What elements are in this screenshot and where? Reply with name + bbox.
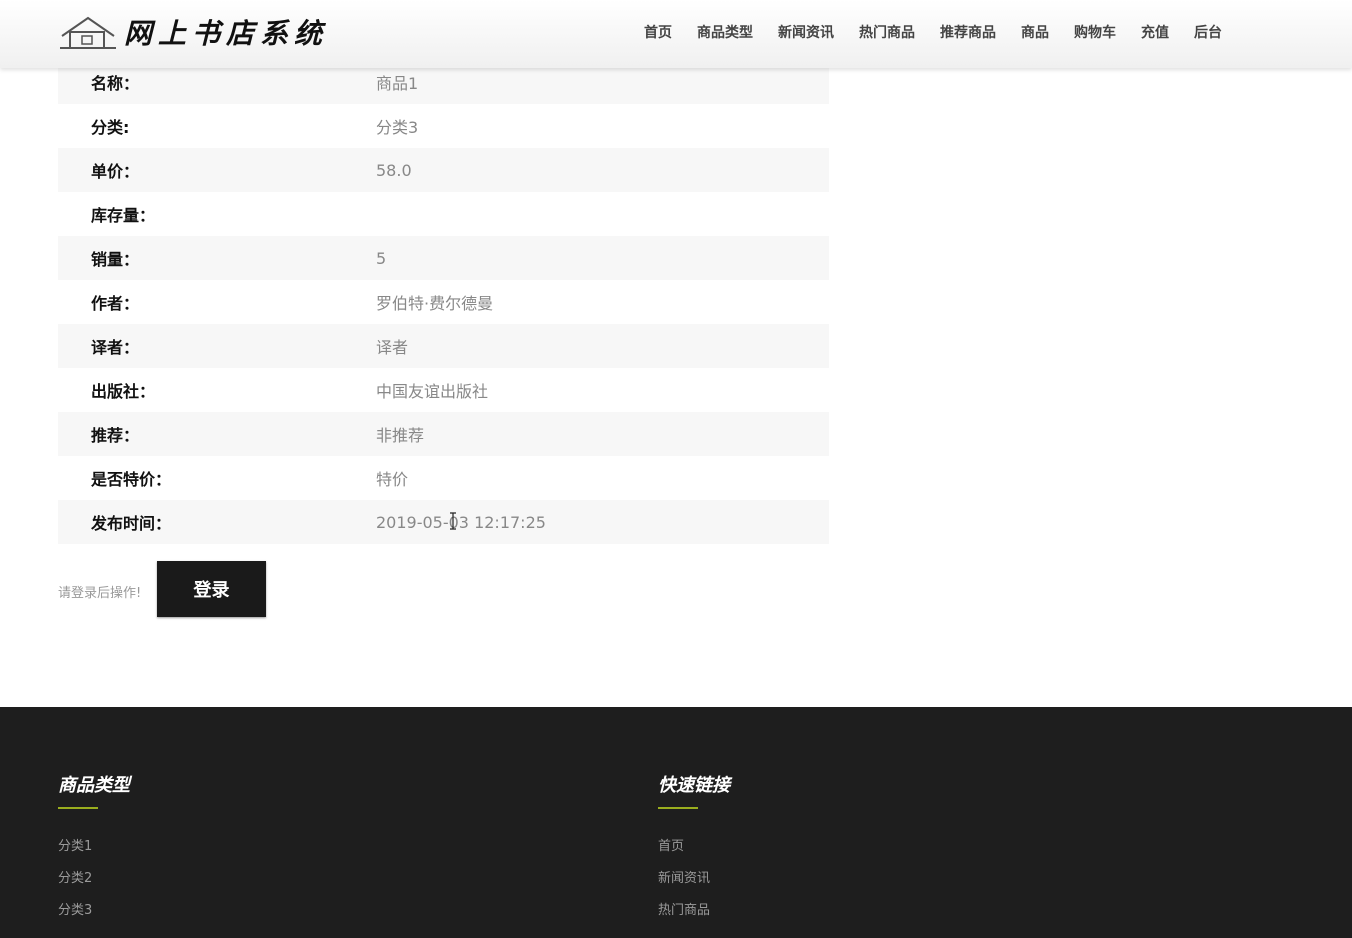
row-label: 销量： xyxy=(91,250,140,269)
row-label: 作者： xyxy=(91,294,140,313)
site-logo[interactable]: 网上书店系统 xyxy=(60,12,328,52)
row-value: 译者 xyxy=(376,338,409,357)
site-footer: 商品类型 分类1 分类2 分类3 快速链接 首页 新闻资讯 热门商品 xyxy=(0,707,1352,938)
detail-row-sales: 销量： 5 xyxy=(58,236,829,280)
footer-link-category-1[interactable]: 分类1 xyxy=(58,835,130,867)
nav-news[interactable]: 新闻资讯 xyxy=(778,22,834,42)
nav-admin[interactable]: 后台 xyxy=(1194,22,1222,42)
detail-row-publish-time: 发布时间： 2019-05-03 12:17:25 xyxy=(58,500,829,544)
footer-link-category-3[interactable]: 分类3 xyxy=(58,899,130,931)
row-label: 分类: xyxy=(91,118,130,137)
footer-link-home[interactable]: 首页 xyxy=(658,835,730,867)
footer-categories: 商品类型 分类1 分类2 分类3 xyxy=(58,771,130,931)
footer-link-hot[interactable]: 热门商品 xyxy=(658,899,730,931)
login-hint: 请登录后操作! xyxy=(58,586,142,601)
row-value: 罗伯特·费尔德曼 xyxy=(376,294,494,313)
nav-hot-products[interactable]: 热门商品 xyxy=(859,22,915,42)
nav-recommended[interactable]: 推荐商品 xyxy=(940,22,996,42)
nav-home[interactable]: 首页 xyxy=(644,22,672,42)
nav-cart[interactable]: 购物车 xyxy=(1074,22,1116,42)
detail-row-category: 分类: 分类3 xyxy=(58,104,829,148)
footer-title: 商品类型 xyxy=(58,775,130,796)
nav-recharge[interactable]: 充值 xyxy=(1141,22,1169,42)
row-label: 发布时间： xyxy=(91,514,172,533)
footer-title: 快速链接 xyxy=(658,775,730,796)
row-value: 中国友谊出版社 xyxy=(376,382,489,401)
detail-row-publisher: 出版社： 中国友谊出版社 xyxy=(58,368,829,412)
house-icon xyxy=(60,14,116,50)
logo-text: 网上书店系统 xyxy=(124,17,329,50)
text-cursor-icon xyxy=(449,512,457,530)
detail-row-stock: 库存量： xyxy=(58,192,829,236)
row-value: 非推荐 xyxy=(376,426,425,445)
detail-row-special-price: 是否特价： 特价 xyxy=(58,456,829,500)
row-value: 商品1 xyxy=(376,74,419,93)
row-label: 推荐： xyxy=(91,426,140,445)
footer-link-category-2[interactable]: 分类2 xyxy=(58,867,130,899)
site-header: 网上书店系统 首页 商品类型 新闻资讯 热门商品 推荐商品 商品 购物车 充值 … xyxy=(0,0,1352,68)
login-button[interactable]: 登录 xyxy=(157,561,266,617)
title-underline xyxy=(658,807,698,809)
row-value: 58.0 xyxy=(376,160,412,180)
product-detail-table: 名称： 商品1 分类: 分类3 单价： 58.0 库存量： 销量： 5 作者： … xyxy=(58,60,829,544)
detail-row-recommended: 推荐： 非推荐 xyxy=(58,412,829,456)
footer-quick-links: 快速链接 首页 新闻资讯 热门商品 xyxy=(658,771,730,931)
main-nav: 首页 商品类型 新闻资讯 热门商品 推荐商品 商品 购物车 充值 后台 xyxy=(644,22,1247,42)
row-label: 是否特价： xyxy=(91,470,172,489)
nav-products[interactable]: 商品 xyxy=(1021,22,1049,42)
footer-link-news[interactable]: 新闻资讯 xyxy=(658,867,730,899)
title-underline xyxy=(58,807,98,809)
row-label: 名称： xyxy=(91,74,140,93)
row-label: 库存量： xyxy=(91,206,156,225)
row-value: 分类3 xyxy=(376,118,419,137)
nav-categories[interactable]: 商品类型 xyxy=(697,22,753,42)
row-value: 特价 xyxy=(376,470,409,489)
row-value: 5 xyxy=(376,248,387,268)
row-value: 2019-05-03 12:17:25 xyxy=(376,512,546,532)
detail-row-translator: 译者： 译者 xyxy=(58,324,829,368)
row-label: 译者： xyxy=(91,338,140,357)
row-label: 单价： xyxy=(91,162,140,181)
detail-row-price: 单价： 58.0 xyxy=(58,148,829,192)
detail-row-author: 作者： 罗伯特·费尔德曼 xyxy=(58,280,829,324)
row-label: 出版社： xyxy=(91,382,156,401)
